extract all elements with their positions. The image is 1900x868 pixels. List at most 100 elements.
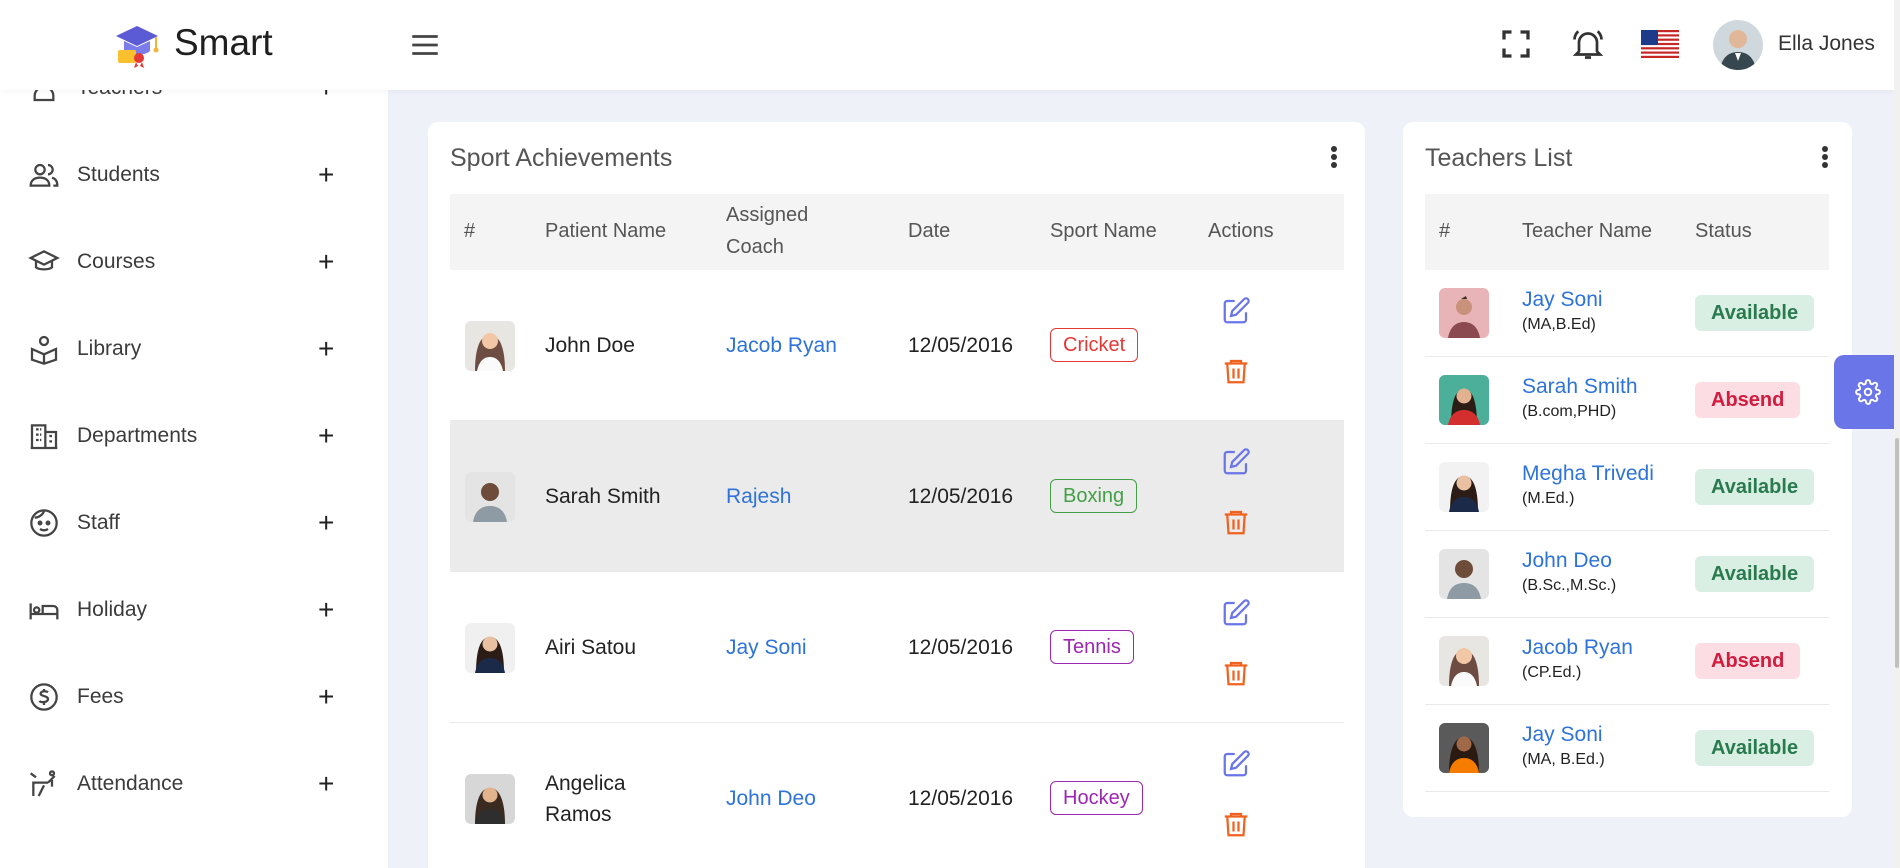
patient-name-line2: Ramos: [545, 803, 612, 826]
expand-icon[interactable]: +: [318, 770, 334, 798]
status-badge: Absend: [1695, 643, 1801, 679]
column-header-date[interactable]: Date: [908, 216, 950, 247]
delete-icon[interactable]: [1221, 658, 1251, 688]
sport-tag: Hockey: [1050, 781, 1143, 815]
page-scrollbar[interactable]: [1894, 0, 1900, 868]
teacher-qualification: (CP.Ed.): [1522, 664, 1582, 681]
coach-link[interactable]: Jay Soni: [726, 632, 807, 663]
top-header: Smart Ella Jones: [0, 0, 1894, 90]
teacher-name-link[interactable]: John Deo: [1522, 548, 1612, 574]
table-row[interactable]: Jay Soni (MA,B.Ed) Available: [1425, 270, 1829, 357]
teacher-avatar: [1439, 549, 1489, 599]
expand-icon[interactable]: +: [318, 683, 334, 711]
table-row[interactable]: John Deo (B.Sc.,M.Sc.) Available: [1425, 531, 1829, 618]
coach-link[interactable]: John Deo: [726, 783, 816, 814]
table-row[interactable]: John Doe Jacob Ryan 12/05/2016 Cricket: [450, 270, 1344, 421]
app-title: Smart: [174, 22, 273, 63]
expand-icon[interactable]: +: [318, 335, 334, 363]
card-title: Teachers List: [1425, 144, 1573, 172]
graduation-cap-logo-icon: [116, 26, 159, 68]
coach-link[interactable]: Rajesh: [726, 481, 791, 512]
bell-icon[interactable]: [1570, 26, 1606, 62]
brand[interactable]: Smart: [112, 18, 273, 68]
teacher-name-link[interactable]: Jacob Ryan: [1522, 635, 1633, 661]
sidebar-item-label: Fees: [77, 685, 124, 708]
attendance-icon: [29, 770, 56, 797]
user-avatar[interactable]: [1713, 20, 1763, 70]
card-title: Sport Achievements: [450, 144, 673, 172]
table-row[interactable]: Sarah Smith Rajesh 12/05/2016 Boxing: [450, 421, 1344, 572]
teacher-qualification: (B.com,PHD): [1522, 403, 1617, 420]
column-header-number: #: [464, 220, 476, 242]
gear-icon: [1855, 379, 1881, 405]
column-header-status[interactable]: Status: [1695, 216, 1752, 247]
table-row[interactable]: Sarah Smith (B.com,PHD) Absend: [1425, 357, 1829, 444]
status-badge: Absend: [1695, 382, 1801, 418]
patient-name: John Doe: [545, 334, 635, 357]
teacher-qualification: (MA, B.Ed.): [1522, 751, 1605, 768]
table-row[interactable]: Angelica Ramos John Deo 12/05/2016 Hocke…: [450, 723, 1344, 868]
sport-tag: Tennis: [1050, 630, 1134, 664]
column-header-coach-line2[interactable]: Coach: [726, 232, 784, 263]
hamburger-menu-icon[interactable]: [408, 28, 442, 62]
user-name[interactable]: Ella Jones: [1778, 32, 1875, 56]
edit-icon[interactable]: [1221, 296, 1251, 326]
status-badge: Available: [1695, 469, 1815, 505]
table-header: # Teacher Name Status: [1425, 194, 1829, 270]
edit-icon[interactable]: [1221, 447, 1251, 477]
sidebar-item-library[interactable]: Library +: [0, 319, 388, 379]
expand-icon[interactable]: +: [318, 596, 334, 624]
more-options-icon[interactable]: [1819, 144, 1831, 174]
sidebar-item-courses[interactable]: Courses +: [0, 232, 388, 292]
table-row[interactable]: Jacob Ryan (CP.Ed.) Absend: [1425, 618, 1829, 705]
sidebar-item-holiday[interactable]: Holiday +: [0, 580, 388, 640]
teacher-name-link[interactable]: Jay Soni: [1522, 287, 1603, 313]
sport-tag: Boxing: [1050, 479, 1138, 513]
coach-link[interactable]: Jacob Ryan: [726, 330, 837, 361]
scrollbar-thumb[interactable]: [1895, 438, 1899, 668]
expand-icon[interactable]: +: [318, 248, 334, 276]
staff-icon: [30, 509, 58, 537]
date-value: 12/05/2016: [908, 636, 1014, 659]
delete-icon[interactable]: [1221, 507, 1251, 537]
teachers-list-card: Teachers List # Teacher Name Status Jay …: [1403, 122, 1852, 817]
teacher-avatar: [1439, 723, 1489, 773]
sidebar-item-label: Courses: [77, 250, 156, 273]
table-row[interactable]: Airi Satou Jay Soni 12/05/2016 Tennis: [450, 572, 1344, 723]
edit-icon[interactable]: [1221, 749, 1251, 779]
status-badge: Available: [1695, 730, 1815, 766]
expand-icon[interactable]: +: [318, 422, 334, 450]
table-row[interactable]: Jay Soni (MA, B.Ed.) Available: [1425, 705, 1829, 792]
status-badge: Available: [1695, 295, 1815, 331]
patient-avatar: [465, 774, 515, 824]
sidebar-item-departments[interactable]: Departments +: [0, 406, 388, 466]
sidebar: Teachers + Students + Courses + Library …: [0, 0, 388, 868]
settings-panel-toggle[interactable]: [1834, 355, 1894, 429]
teacher-name-link[interactable]: Jay Soni: [1522, 722, 1603, 748]
teacher-name-link[interactable]: Sarah Smith: [1522, 374, 1638, 400]
sidebar-item-fees[interactable]: Fees +: [0, 667, 388, 727]
edit-icon[interactable]: [1221, 598, 1251, 628]
delete-icon[interactable]: [1221, 809, 1251, 839]
column-header-coach-line1[interactable]: Assigned: [726, 200, 808, 231]
delete-icon[interactable]: [1221, 356, 1251, 386]
column-header-teacher-name[interactable]: Teacher Name: [1522, 216, 1652, 247]
sidebar-item-staff[interactable]: Staff +: [0, 493, 388, 553]
column-header-patient-name[interactable]: Patient Name: [545, 216, 666, 247]
sidebar-item-students[interactable]: Students +: [0, 145, 388, 205]
column-header-sport-name[interactable]: Sport Name: [1050, 216, 1157, 247]
patient-avatar: [465, 472, 515, 522]
table-row[interactable]: Megha Trivedi (M.Ed.) Available: [1425, 444, 1829, 531]
teacher-name-link[interactable]: Megha Trivedi: [1522, 461, 1654, 487]
sidebar-item-label: Staff: [77, 511, 120, 534]
sidebar-item-attendance[interactable]: Attendance +: [0, 754, 388, 814]
patient-name: Airi Satou: [545, 636, 637, 659]
expand-icon[interactable]: +: [318, 509, 334, 537]
column-header-actions: Actions: [1208, 220, 1274, 242]
more-options-icon[interactable]: [1328, 144, 1340, 174]
expand-icon[interactable]: +: [318, 161, 334, 189]
fullscreen-icon[interactable]: [1498, 26, 1534, 62]
date-value: 12/05/2016: [908, 787, 1014, 810]
table-header: # Patient Name Assigned Coach Date Sport…: [450, 194, 1344, 270]
us-flag-icon[interactable]: [1641, 30, 1679, 58]
